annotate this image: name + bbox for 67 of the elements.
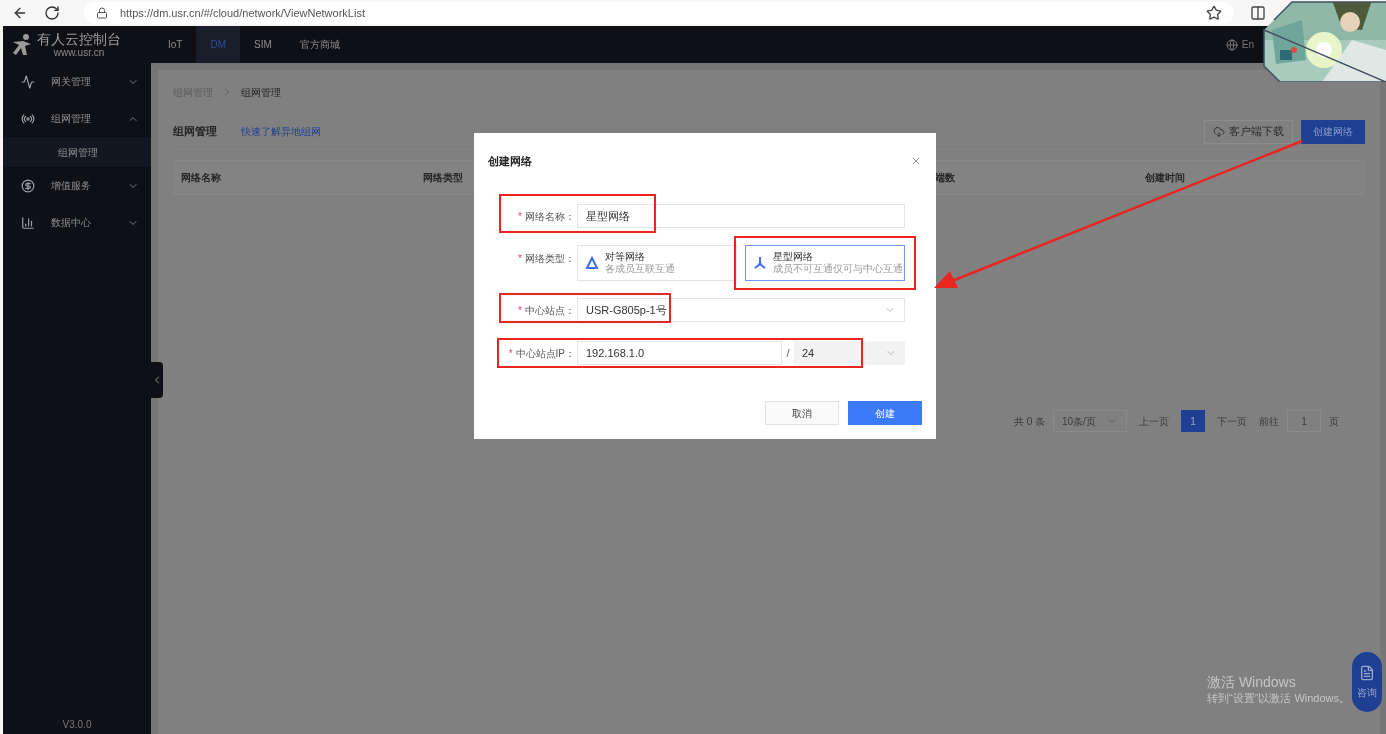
globe-icon — [1225, 38, 1238, 51]
runner-logo-icon — [11, 32, 33, 57]
pulse-icon — [21, 74, 35, 89]
split-screen-icon[interactable] — [1250, 5, 1266, 21]
url-text: https://dm.usr.cn/#/cloud/network/ViewNetworkList — [120, 5, 365, 21]
field-label: 中心站点： — [525, 303, 575, 318]
sidebar-item[interactable]: 数据中心 — [3, 204, 151, 241]
breadcrumb-current: 组网管理 — [241, 85, 281, 100]
collapse-handle[interactable] — [151, 362, 163, 398]
center-site-select[interactable]: USR-G805p-1号 — [577, 298, 905, 322]
goto-label: 前往 — [1259, 414, 1279, 429]
lock-icon — [96, 7, 108, 19]
option-title: 对等网络 — [605, 250, 646, 263]
option-description: 各成员互联互通 — [605, 263, 675, 276]
required-mark: * — [508, 346, 513, 361]
mask-select[interactable]: 24 — [794, 341, 905, 365]
option-description: 成员不可互通仅可与中心互通 — [773, 263, 903, 276]
page-title: 组网管理 — [173, 124, 217, 140]
network-type-option[interactable]: 星型网络 成员不可互通仅可与中心互通 — [745, 245, 905, 281]
triangle-network-icon — [585, 256, 599, 270]
site-address: www.usr.cn — [53, 47, 105, 58]
language-link[interactable]: En — [1241, 37, 1254, 52]
nav-tab[interactable]: SIM — [240, 26, 286, 63]
create-network-button[interactable]: 创建网络 — [1301, 119, 1365, 144]
ip-input[interactable]: 192.168.1.0 — [577, 341, 782, 365]
required-mark: * — [518, 209, 522, 224]
column-header: 网络名称 — [181, 171, 221, 185]
name-input[interactable]: 星型网络 — [577, 204, 905, 228]
close-icon[interactable] — [910, 155, 922, 167]
address-bar[interactable]: https://dm.usr.cn/#/cloud/network/ViewNetworkList — [84, 2, 1234, 24]
star-network-icon — [753, 256, 767, 270]
dialog-title: 创建网络 — [488, 153, 532, 169]
version-label: V3.0.0 — [61, 718, 93, 732]
total-count: 共 0 条 — [1013, 414, 1045, 429]
consult-button[interactable]: 咨询 — [1352, 652, 1382, 712]
field-label: 中心站点IP： — [515, 346, 575, 361]
nav-tab[interactable]: IoT — [154, 26, 197, 63]
download-button[interactable]: 客户端下载 — [1204, 119, 1293, 144]
nav-tab[interactable]: 官方商城 — [285, 26, 354, 63]
page-number[interactable]: 1 — [1181, 410, 1205, 432]
console-title: 有人云控制台 — [37, 31, 121, 46]
coin-icon — [21, 178, 35, 193]
field-label: 网络名称： — [525, 209, 575, 224]
page-unit: 页 — [1329, 414, 1339, 429]
ip-separator: / — [785, 345, 791, 361]
column-header: 网络类型 — [423, 171, 463, 185]
create-button[interactable]: 创建 — [848, 401, 922, 425]
signal-icon — [21, 111, 35, 126]
column-header: 创建时间 — [1145, 171, 1185, 185]
back-icon[interactable] — [12, 5, 28, 21]
option-title: 星型网络 — [773, 250, 814, 263]
bar-chart-icon — [21, 215, 35, 230]
network-type-option[interactable]: 对等网络 各成员互联互通 — [577, 245, 737, 281]
sidebar-item[interactable]: 组网管理 — [3, 100, 151, 137]
sidebar-item[interactable]: 增值服务 — [3, 167, 151, 204]
sidebar-subitem[interactable]: 组网管理 — [3, 137, 151, 167]
favorite-star-icon[interactable] — [1206, 5, 1222, 21]
reload-icon[interactable] — [44, 5, 60, 21]
activation-title: 激活 Windows — [1207, 674, 1297, 692]
cloud-download-icon — [1213, 125, 1225, 138]
activation-hint: 转到“设置”以激活 Windows。 — [1207, 691, 1350, 706]
cancel-button[interactable]: 取消 — [765, 401, 839, 425]
required-mark: * — [518, 252, 522, 266]
field-label: 网络类型： — [525, 252, 575, 266]
sidebar-item[interactable]: 网关管理 — [3, 63, 151, 100]
document-icon — [1359, 664, 1375, 681]
required-mark: * — [518, 303, 522, 318]
